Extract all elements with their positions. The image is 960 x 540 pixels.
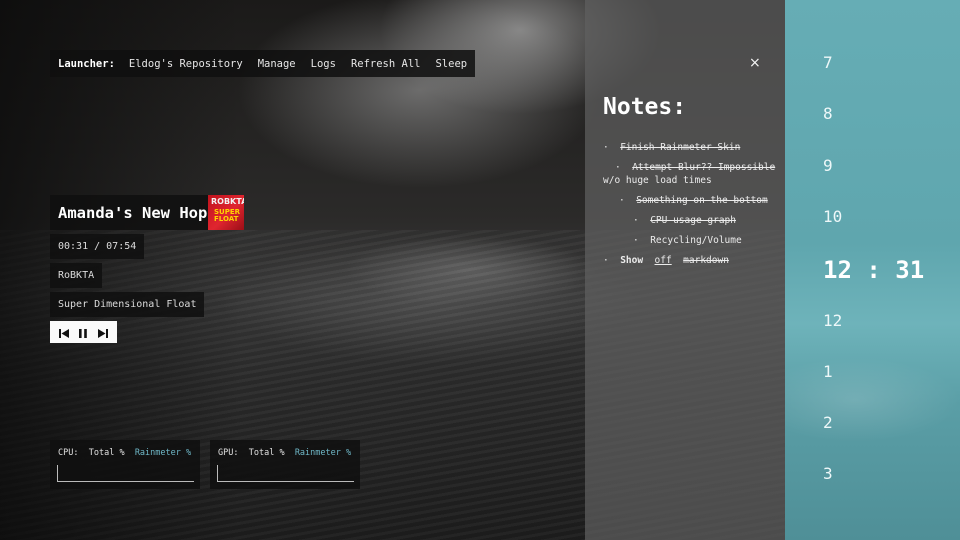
- clock-hour: 3: [823, 464, 833, 483]
- note-item: · Recycling/Volume: [633, 234, 742, 247]
- note-text: Recycling/Volume: [650, 235, 742, 246]
- launcher-item-repository[interactable]: Eldog's Repository: [129, 58, 243, 70]
- launcher-bar: Launcher: Eldog's Repository Manage Logs…: [50, 50, 476, 77]
- notes-title: Notes:: [603, 94, 687, 120]
- gpu-meter: GPU: Total % Rainmeter %: [210, 440, 360, 489]
- clock-current-time: 12 : 31: [823, 256, 925, 284]
- launcher-item-refresh-all[interactable]: Refresh All: [351, 58, 421, 70]
- note-item: · CPU usage graph: [633, 214, 736, 227]
- launcher-item-sleep[interactable]: Sleep: [435, 58, 467, 70]
- clock-hour: 12: [823, 311, 843, 330]
- note-text-off: off: [654, 255, 672, 266]
- bullet: ·: [633, 235, 639, 246]
- launcher-item-manage[interactable]: Manage: [258, 58, 296, 70]
- notes-panel: × Notes: · Finish Rainmeter Skin · Attem…: [585, 0, 785, 540]
- clock-hour: 1: [823, 362, 833, 381]
- note-text: CPU usage graph: [650, 215, 736, 226]
- album-cover: ROBKTA SUPER FLOAT: [208, 195, 244, 230]
- clock-hour: 8: [823, 104, 833, 123]
- cpu-label: CPU:: [58, 448, 79, 458]
- gpu-usage-graph: [217, 465, 354, 482]
- note-text: Finish Rainmeter Skin: [620, 142, 741, 153]
- bullet: ·: [633, 215, 639, 226]
- bullet: ·: [603, 142, 609, 153]
- next-icon[interactable]: [97, 323, 108, 342]
- bullet: ·: [619, 195, 625, 206]
- cpu-total-label: Total %: [88, 448, 125, 458]
- note-item: · Something on the bottom: [619, 194, 768, 207]
- gpu-label: GPU:: [218, 448, 239, 458]
- clock-panel: 7 8 9 10 12 : 31 12 1 2 3: [785, 0, 960, 540]
- note-continuation: w/o huge load times: [603, 175, 712, 186]
- clock-hour: 10: [823, 207, 843, 226]
- launcher-item-logs[interactable]: Logs: [311, 58, 336, 70]
- note-text: Something on the bottom: [636, 195, 768, 206]
- close-icon[interactable]: ×: [749, 55, 761, 71]
- clock-hour: 2: [823, 413, 833, 432]
- clock-hour: 9: [823, 156, 833, 175]
- album-cover-text-bottom: SUPER FLOAT: [214, 208, 241, 223]
- note-text: Attempt Blur?? Impossible: [632, 162, 776, 173]
- bullet: ·: [615, 162, 621, 173]
- bullet: ·: [603, 255, 609, 266]
- album-cover-text-top: ROBKTA: [211, 197, 244, 206]
- track-time: 00:31 / 07:54: [50, 234, 145, 259]
- cpu-meter: CPU: Total % Rainmeter %: [50, 440, 200, 489]
- cpu-usage-graph: [57, 465, 194, 482]
- previous-icon[interactable]: [59, 323, 70, 342]
- launcher-label: Launcher:: [58, 57, 115, 70]
- track-album: Super Dimensional Float: [50, 292, 205, 317]
- track-artist: RoBKTA: [50, 263, 103, 288]
- note-item: · Finish Rainmeter Skin: [603, 141, 740, 154]
- cpu-rainmeter-label: Rainmeter %: [134, 448, 192, 458]
- note-text-markdown: markdown: [683, 255, 729, 266]
- note-item: · Show off markdown: [603, 254, 729, 267]
- note-item: · Attempt Blur?? Impossible: [615, 161, 775, 174]
- clock-hour: 7: [823, 53, 833, 72]
- media-controls: [50, 321, 117, 343]
- note-text-show: Show: [620, 255, 644, 266]
- song-title: Amanda's New Hope: [50, 195, 225, 230]
- gpu-total-label: Total %: [248, 448, 285, 458]
- pause-icon[interactable]: [79, 323, 88, 342]
- gpu-rainmeter-label: Rainmeter %: [294, 448, 352, 458]
